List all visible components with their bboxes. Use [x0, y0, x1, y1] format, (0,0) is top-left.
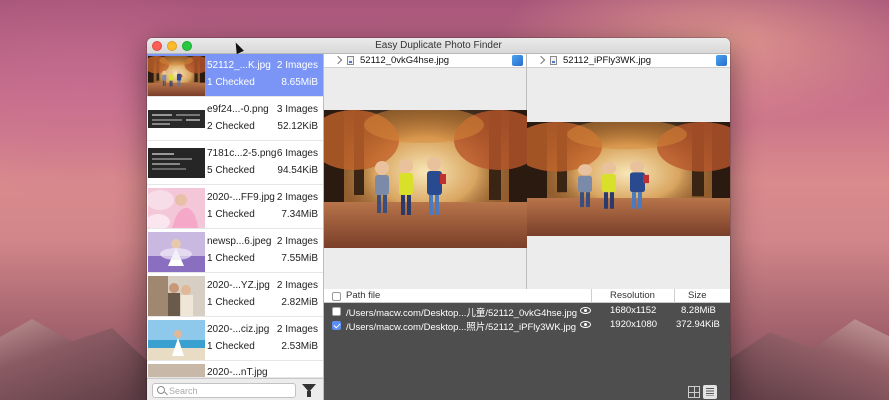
duplicate-groups-list[interactable]: 52112_...K.jpg 2 Images 1 Checked 8.65Mi…	[147, 54, 324, 400]
row-path: /Users/macw.com/Desktop...照片/52112_iPFly…	[346, 322, 577, 333]
group-checked-count: 1 Checked	[207, 209, 255, 220]
pane-header: 52112_0vkG4hse.jpg	[324, 54, 526, 68]
group-image-count: 6 Images	[276, 148, 318, 159]
group-checked-count: 1 Checked	[207, 297, 255, 308]
group-checked-count: 5 Checked	[207, 165, 255, 176]
group-name: 2020-...FF9.jpg	[207, 192, 275, 203]
dark-screenshot-icon	[148, 110, 205, 128]
search-bar	[147, 378, 323, 400]
file-table: Path file Resolution Size /Users/macw.co…	[324, 289, 730, 400]
compare-pane-right: 52112_iPFly3WK.jpg	[527, 54, 730, 289]
group-checked-count: 1 Checked	[207, 253, 255, 264]
group-size: 94.54KiB	[277, 165, 318, 176]
row-size: 372.94KiB	[676, 319, 720, 330]
eye-icon[interactable]	[580, 307, 591, 314]
image-file-icon	[550, 56, 557, 65]
table-header: Path file Resolution Size	[324, 289, 730, 303]
grid-view-icon[interactable]	[688, 386, 700, 398]
autumn-kids-icon	[148, 56, 205, 96]
select-all-checkbox[interactable]	[332, 292, 341, 301]
group-name: 52112_...K.jpg	[207, 60, 271, 71]
group-image-count: 2 Images	[276, 280, 318, 291]
group-name: 2020-...ciz.jpg	[207, 324, 270, 335]
woman-pink-icon	[148, 188, 205, 228]
chevron-right-icon[interactable]	[536, 55, 546, 65]
reveal-in-finder-icon[interactable]	[716, 55, 727, 66]
group-checked-count: 1 Checked	[207, 341, 255, 352]
filter-icon[interactable]	[302, 384, 316, 397]
desktop-mountain-right	[719, 319, 889, 400]
group-item[interactable]: 2020-...FF9.jpg 2 Images 1 Checked 7.34M…	[147, 186, 323, 229]
group-name: 2020-...YZ.jpg	[207, 280, 270, 291]
beach-woman-icon	[148, 320, 205, 360]
group-name: 2020-...nT.jpg	[207, 367, 268, 378]
group-size: 7.34MiB	[281, 209, 318, 220]
group-image-count: 2 Images	[276, 236, 318, 247]
row-resolution: 1680x1152	[610, 305, 657, 316]
group-item[interactable]: 2020-...ciz.jpg 2 Images 1 Checked 2.53M…	[147, 318, 323, 361]
column-header-size[interactable]: Size	[688, 290, 706, 301]
desktop-mountain-left	[0, 319, 160, 400]
row-checkbox[interactable]	[332, 307, 341, 316]
group-size: 2.82MiB	[281, 297, 318, 308]
group-image-count: 3 Images	[276, 104, 318, 115]
group-item[interactable]: 2020-...nT.jpg	[147, 362, 323, 378]
lavender-field-icon	[148, 232, 205, 272]
group-item[interactable]: newsp...6.jpeg 2 Images 1 Checked 7.55Mi…	[147, 230, 323, 273]
row-checkbox[interactable]	[332, 321, 341, 330]
image-preview[interactable]	[324, 110, 527, 248]
reveal-in-finder-icon[interactable]	[512, 55, 523, 66]
group-checked-count: 2 Checked	[207, 121, 255, 132]
row-size: 8.28MiB	[681, 305, 716, 316]
group-image-count: 2 Images	[276, 192, 318, 203]
column-header-resolution[interactable]: Resolution	[610, 290, 655, 301]
group-size: 2.53MiB	[281, 341, 318, 352]
group-item[interactable]: 2020-...YZ.jpg 2 Images 1 Checked 2.82Mi…	[147, 274, 323, 317]
group-image-count: 2 Images	[276, 324, 318, 335]
pane-header: 52112_iPFly3WK.jpg	[527, 54, 730, 68]
photo-icon	[148, 364, 205, 377]
group-item[interactable]: 52112_...K.jpg 2 Images 1 Checked 8.65Mi…	[147, 54, 323, 97]
group-item[interactable]: e9f24...-0.png 3 Images 2 Checked 52.12K…	[147, 98, 323, 141]
group-size: 52.12KiB	[277, 121, 318, 132]
table-row[interactable]: /Users/macw.com/Desktop...儿童/52112_0vkG4…	[324, 304, 730, 319]
group-item[interactable]: 7181c...2-5.png 6 Images 5 Checked 94.54…	[147, 142, 323, 185]
dark-screenshot-icon	[148, 148, 205, 178]
list-view-icon[interactable]	[703, 385, 717, 399]
pane-filename: 52112_0vkG4hse.jpg	[360, 55, 450, 66]
group-name: e9f24...-0.png	[207, 104, 269, 115]
compare-pane-left: 52112_0vkG4hse.jpg	[324, 54, 527, 289]
pane-filename: 52112_iPFly3WK.jpg	[563, 55, 652, 66]
row-resolution: 1920x1080	[610, 319, 658, 330]
row-path: /Users/macw.com/Desktop...儿童/52112_0vkG4…	[346, 308, 578, 319]
table-row[interactable]: /Users/macw.com/Desktop...照片/52112_iPFly…	[324, 318, 730, 333]
group-name: 7181c...2-5.png	[207, 148, 277, 159]
group-image-count: 2 Images	[276, 60, 318, 71]
image-file-icon	[347, 56, 354, 65]
couple-photo-icon	[148, 276, 205, 316]
image-preview[interactable]	[527, 122, 730, 236]
group-name: newsp...6.jpeg	[207, 236, 272, 247]
chevron-right-icon[interactable]	[333, 55, 343, 65]
app-window: Easy Duplicate Photo Finder 52112_...K.j…	[147, 38, 730, 400]
eye-icon[interactable]	[580, 321, 591, 328]
group-size: 7.55MiB	[281, 253, 318, 264]
group-checked-count: 1 Checked	[207, 77, 255, 88]
search-icon	[157, 386, 165, 394]
column-header-path[interactable]: Path file	[346, 290, 380, 301]
search-input[interactable]	[152, 383, 296, 398]
group-size: 8.65MiB	[281, 77, 318, 88]
